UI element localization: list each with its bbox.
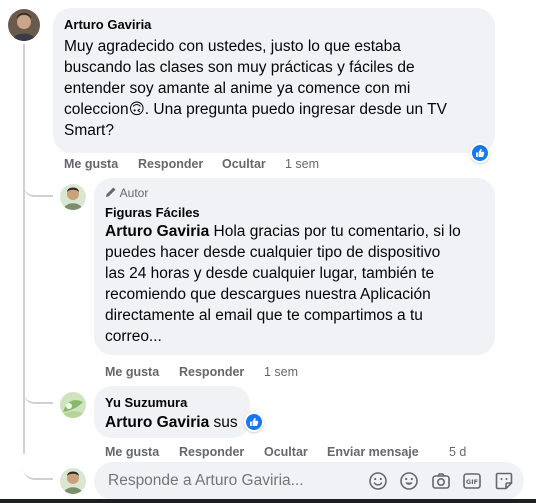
comment-actions: Me gusta Responder Ocultar 1 sem [64, 157, 464, 173]
like-button[interactable]: Me gusta [64, 157, 118, 171]
comment-line: Muy agradecido con ustedes, justo lo que… [64, 38, 401, 55]
like-button[interactable]: Me gusta [105, 445, 159, 459]
reply-button[interactable]: Responder [179, 365, 244, 379]
mention-link[interactable]: Arturo Gaviria [105, 223, 209, 240]
smile-icon[interactable] [399, 471, 419, 491]
timestamp[interactable]: 1 sem [285, 157, 319, 171]
reply-text: Arturo Gaviria Hola gracias por tu comen… [105, 221, 490, 347]
mention-link[interactable]: Arturo Gaviria [105, 414, 209, 431]
timestamp[interactable]: 5 d [449, 445, 466, 459]
reply-text-part: sus [209, 414, 238, 431]
reply-input[interactable] [108, 472, 338, 490]
comment-text: Muy agradecido con ustedes, justo lo que… [64, 36, 489, 141]
comment-bubble: Arturo Gaviria Muy agradecido con ustede… [53, 8, 495, 153]
reply-line: las 24 horas y desde cualquier lugar, ta… [105, 265, 435, 282]
comment-line: buscando las clases son muy prácticas y … [64, 59, 415, 76]
comment-author[interactable]: Arturo Gaviria [64, 17, 151, 32]
reply-line-part: Hola gracias por tu comentario, si lo [209, 223, 461, 240]
emoji-sticker-icon[interactable] [368, 471, 388, 491]
timestamp[interactable]: 1 sem [264, 365, 298, 379]
reply-button[interactable]: Responder [179, 445, 244, 459]
avatar-yu-suzumura[interactable] [60, 392, 86, 418]
reply-bubble: Yu Suzumura Arturo Gaviria sus [94, 386, 250, 438]
hide-button[interactable]: Ocultar [264, 445, 308, 459]
sticker-icon[interactable] [494, 471, 514, 491]
reply-text: Arturo Gaviria sus [105, 412, 238, 433]
upside-down-face-emoji: 🙃 [128, 100, 145, 118]
reply-bubble: Autor Figuras Fáciles Arturo Gaviria Hol… [94, 178, 495, 355]
comment-line: coleccion🙃. Una pregunta puedo ingresar … [64, 99, 489, 120]
svg-text:GIF: GIF [466, 478, 478, 486]
like-icon [472, 145, 488, 161]
avatar-arturo[interactable] [8, 9, 40, 41]
send-message-button[interactable]: Enviar mensaje [327, 445, 419, 459]
author-badge: Autor [105, 186, 148, 200]
thread-connector [23, 380, 53, 404]
reply-line: directamente al email que te compartimos… [105, 307, 423, 324]
camera-icon[interactable] [431, 471, 451, 491]
reply-composer[interactable]: GIF [94, 462, 524, 500]
reply-line: puedes hacer desde cualquier tipo de dis… [105, 244, 441, 261]
reply-button[interactable]: Responder [138, 157, 203, 171]
comment-line: entender soy amante al anime ya comence … [64, 80, 411, 97]
reaction-badge[interactable] [244, 412, 264, 432]
thread-connector [23, 175, 53, 197]
comment-line-part: coleccion [64, 101, 129, 118]
comment-line-part: . Una pregunta puedo ingresar desde un T… [144, 101, 447, 118]
like-icon [246, 414, 262, 430]
window-bottom-edge [0, 499, 536, 503]
avatar-current-user[interactable] [60, 468, 86, 494]
comment-line: Smart? [64, 122, 114, 139]
reply-line: recomiendo que descargues nuestra Aplica… [105, 286, 431, 303]
reply-line: correo... [105, 328, 162, 345]
reply-author[interactable]: Yu Suzumura [105, 395, 187, 410]
hide-button[interactable]: Ocultar [222, 157, 266, 171]
reply-author[interactable]: Figuras Fáciles [105, 205, 200, 220]
avatar-figuras-faciles[interactable] [60, 184, 86, 210]
reply-actions: Me gusta Responder Ocultar Enviar mensaj… [105, 445, 525, 461]
thread-connector [23, 452, 53, 480]
pencil-icon [105, 186, 117, 198]
author-badge-label: Autor [119, 186, 149, 200]
reply-actions: Me gusta Responder 1 sem [105, 365, 405, 381]
gif-icon[interactable]: GIF [462, 471, 482, 491]
reply-line: Arturo Gaviria Hola gracias por tu comen… [105, 221, 490, 242]
reaction-badge[interactable] [470, 143, 490, 163]
like-button[interactable]: Me gusta [105, 365, 159, 379]
